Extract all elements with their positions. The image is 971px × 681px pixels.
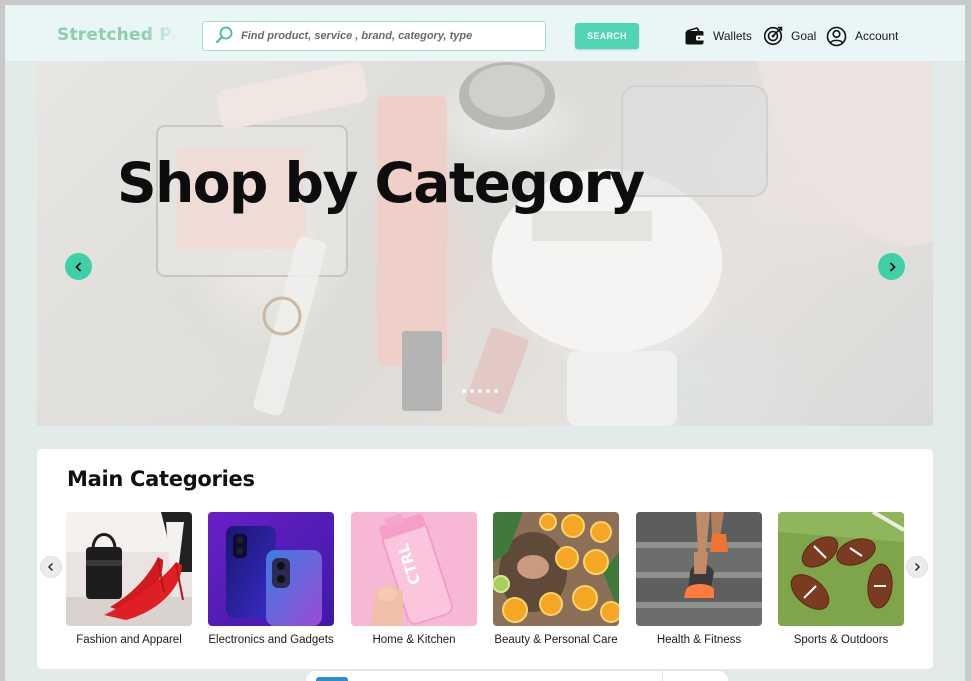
hero-pagination-dot[interactable] (470, 389, 474, 393)
hero-pagination-dot[interactable] (462, 389, 466, 393)
search-button[interactable]: SEARCH (575, 23, 639, 49)
hero-background-image (156, 61, 933, 426)
categories-prev-button[interactable] (40, 556, 62, 578)
hero-pagination[interactable] (462, 389, 498, 393)
nav-goal-label: Goal (791, 29, 817, 43)
category-card-electronics[interactable]: Electronics and Gadgets (208, 512, 334, 646)
category-image-health (636, 512, 762, 626)
nav-account-label: Account (855, 29, 899, 43)
category-label: Fashion and Apparel (76, 634, 182, 646)
category-label: Beauty & Personal Care (494, 634, 618, 646)
chevron-right-icon (889, 261, 896, 272)
hero-pagination-dot[interactable] (486, 389, 490, 393)
peek-badge (316, 677, 348, 681)
category-label: Electronics and Gadgets (208, 634, 334, 646)
chevron-left-icon (48, 563, 53, 571)
nav-goal[interactable]: Goal (763, 24, 816, 48)
nav-wallets-label: Wallets (713, 29, 752, 43)
category-image-beauty (493, 512, 619, 626)
next-section-peek (305, 670, 729, 681)
category-label: Health & Fitness (656, 634, 742, 646)
category-image-sports (778, 512, 904, 626)
chevron-right-icon (915, 563, 920, 571)
category-card-beauty[interactable]: Beauty & Personal Care (493, 512, 619, 646)
categories-next-button[interactable] (906, 556, 928, 578)
category-card-sports[interactable]: Sports & Outdoors (778, 512, 904, 646)
hero-prev-button[interactable] (65, 253, 92, 280)
category-label: Home & Kitchen (372, 634, 456, 646)
target-icon (763, 26, 783, 46)
logo-fade (145, 19, 179, 49)
hero-pagination-dot[interactable] (494, 389, 498, 393)
chevron-left-icon (74, 261, 81, 272)
category-label: Sports & Outdoors (793, 634, 889, 646)
user-circle-icon (826, 26, 847, 46)
main-categories-section: Main Categories Fashion and Apparel Elec… (37, 449, 933, 669)
search-input[interactable] (241, 22, 541, 50)
hero-pagination-dot[interactable] (478, 389, 482, 393)
page: Stretched Pay SEARCH Wallets (5, 5, 965, 681)
peek-divider (662, 671, 663, 681)
hero-title: Shop by Category (117, 151, 645, 215)
hero-next-button[interactable] (878, 253, 905, 280)
category-image-electronics (208, 512, 334, 626)
category-image-home-kitchen: CTRL (351, 512, 477, 626)
search-icon (216, 26, 233, 43)
wallet-icon (685, 26, 704, 44)
category-card-home-kitchen[interactable]: CTRL Home & Kitchen (351, 512, 477, 646)
category-image-fashion (66, 512, 192, 626)
top-header: Stretched Pay SEARCH Wallets (5, 5, 965, 62)
hero-banner: Shop by Category (37, 61, 933, 426)
nav-account[interactable]: Account (826, 24, 898, 48)
search-bar[interactable] (202, 21, 546, 51)
category-card-fashion[interactable]: Fashion and Apparel (66, 512, 192, 646)
section-title: Main Categories (67, 467, 255, 491)
nav-wallets[interactable]: Wallets (684, 24, 752, 48)
category-card-health[interactable]: Health & Fitness (636, 512, 762, 646)
